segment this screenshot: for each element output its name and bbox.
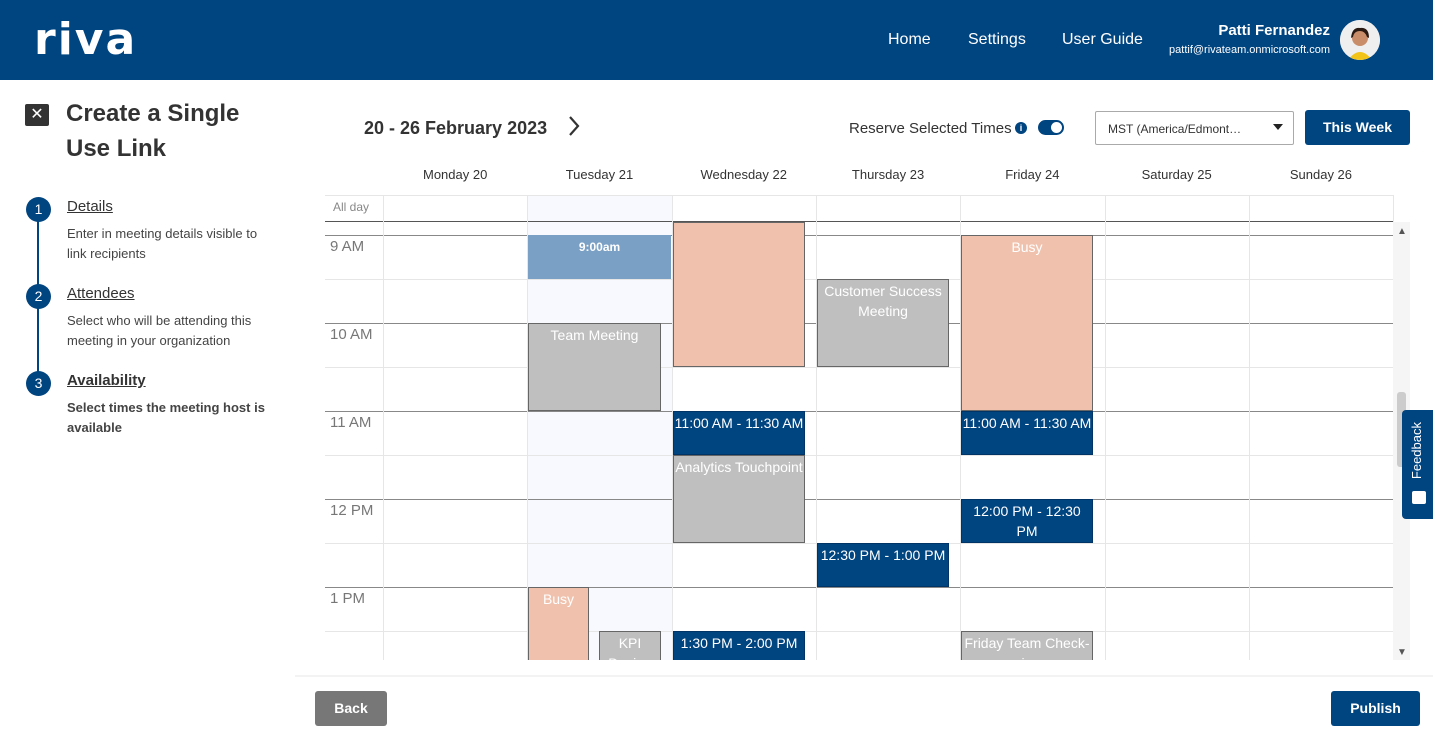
- day-header[interactable]: Tuesday 21: [527, 162, 671, 195]
- grid-column-line: [1249, 195, 1250, 660]
- day-header[interactable]: Thursday 23: [816, 162, 960, 195]
- feedback-icon: [1412, 491, 1426, 504]
- feedback-label: Feedback: [1409, 422, 1424, 480]
- step-connector: [37, 307, 39, 375]
- scroll-down-icon[interactable]: ▼: [1397, 647, 1407, 658]
- step-availability-desc: Select times the meeting host is availab…: [67, 400, 265, 435]
- calendar-event[interactable]: Team Meeting: [528, 323, 661, 411]
- top-header: riva Home Settings User Guide Patti Fern…: [0, 0, 1433, 80]
- close-icon[interactable]: ✕: [25, 104, 49, 126]
- hour-label: 10 AM: [330, 326, 373, 343]
- reserve-selected-times-label: Reserve Selected Times: [849, 120, 1012, 137]
- calendar-event[interactable]: Customer Success Meeting: [817, 279, 949, 367]
- grid-column-line: [383, 195, 384, 660]
- avatar[interactable]: [1340, 20, 1380, 60]
- step-number-2: 2: [26, 284, 51, 309]
- hour-label: 12 PM: [330, 502, 374, 519]
- this-week-button[interactable]: This Week: [1305, 110, 1410, 145]
- sidebar: ✕ Create a Single Use Link 1 Details Ent…: [0, 80, 295, 735]
- day-header[interactable]: Monday 20: [383, 162, 527, 195]
- grid-column-line: [816, 195, 817, 660]
- grid-line: [325, 631, 1393, 632]
- step-details-desc: Enter in meeting details visible to link…: [67, 226, 258, 261]
- user-name: Patti Fernandez: [1218, 22, 1330, 39]
- calendar-event[interactable]: Busy: [528, 587, 589, 660]
- toggle-knob: [1051, 122, 1062, 133]
- timezone-select[interactable]: MST (America/Edmont…: [1095, 111, 1294, 145]
- chevron-right-icon[interactable]: [567, 114, 581, 138]
- day-header[interactable]: Friday 24: [960, 162, 1104, 195]
- grid-line: [325, 195, 1393, 196]
- caret-down-icon: [1273, 124, 1283, 130]
- nav-user-guide[interactable]: User Guide: [1062, 31, 1143, 49]
- back-button[interactable]: Back: [315, 691, 387, 726]
- all-day-label: All day: [333, 200, 370, 214]
- calendar-event[interactable]: 11:00 AM - 11:30 AM: [961, 411, 1093, 455]
- reserve-toggle[interactable]: [1038, 120, 1064, 135]
- step-availability-link[interactable]: Availability: [67, 372, 146, 389]
- page-title: Create a Single Use Link: [66, 100, 240, 162]
- grid-line: [325, 411, 1393, 412]
- avatar-image: [1340, 20, 1380, 60]
- week-calendar: All day Monday 20 Tuesday 21 Wednesday 22 T…: [325, 162, 1410, 660]
- grid-column-line: [1105, 195, 1106, 660]
- calendar-event[interactable]: 1:30 PM - 2:00 PM: [673, 631, 805, 660]
- calendar-event[interactable]: Busy: [961, 235, 1093, 411]
- step-attendees-link[interactable]: Attendees: [67, 285, 135, 302]
- main-panel: 20 - 26 February 2023 Reserve Selected T…: [295, 80, 1433, 675]
- day-header[interactable]: Wednesday 22: [672, 162, 816, 195]
- info-icon[interactable]: i: [1015, 122, 1027, 134]
- step-number-3: 3: [26, 371, 51, 396]
- calendar-event[interactable]: Analytics Touchpoint: [673, 455, 805, 543]
- nav-home[interactable]: Home: [888, 31, 931, 49]
- scroll-up-icon[interactable]: ▲: [1397, 226, 1407, 237]
- riva-logo[interactable]: riva: [34, 18, 137, 62]
- grid-line: [325, 367, 1393, 368]
- calendar-event[interactable]: KPI Design: [599, 631, 661, 660]
- nav-settings[interactable]: Settings: [968, 31, 1026, 49]
- grid-line: [325, 455, 1393, 456]
- timezone-value: MST (America/Edmont…: [1108, 122, 1242, 136]
- day-header[interactable]: Saturday 25: [1105, 162, 1249, 195]
- hour-label: 1 PM: [330, 590, 366, 607]
- day-header[interactable]: Sunday 26: [1249, 162, 1393, 195]
- calendar-event[interactable]: [673, 222, 805, 367]
- calendar-event[interactable]: 9:00am: [528, 235, 671, 279]
- calendar-event[interactable]: 12:30 PM - 1:00 PM: [817, 543, 949, 587]
- grid-line: [325, 235, 1393, 236]
- calendar-event[interactable]: Friday Team Check-in: [961, 631, 1093, 660]
- grid-line: [325, 221, 1393, 222]
- grid-line: [325, 499, 1393, 500]
- step-connector: [37, 220, 39, 288]
- week-range-label: 20 - 26 February 2023: [364, 118, 548, 138]
- calendar-event[interactable]: 12:00 PM - 12:30 PM: [961, 499, 1093, 543]
- step-details-link[interactable]: Details: [67, 198, 113, 215]
- grid-line: [325, 587, 1393, 588]
- step-number-1: 1: [26, 197, 51, 222]
- hour-label: 9 AM: [330, 238, 365, 255]
- footer-bar: Back Publish: [295, 677, 1433, 735]
- hour-label: 11 AM: [330, 414, 372, 431]
- user-email: pattif@rivateam.onmicrosoft.com: [1169, 44, 1330, 56]
- calendar-event[interactable]: 11:00 AM - 11:30 AM: [673, 411, 805, 455]
- step-attendees-desc: Select who will be attending this meetin…: [67, 313, 252, 348]
- feedback-tab[interactable]: Feedback: [1402, 410, 1433, 519]
- publish-button[interactable]: Publish: [1331, 691, 1420, 726]
